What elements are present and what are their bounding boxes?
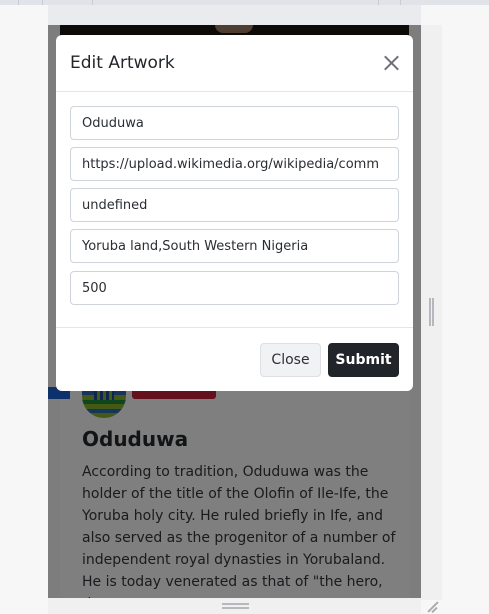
description-input[interactable] [70,188,399,222]
close-button[interactable]: Close [260,343,321,377]
submit-button[interactable]: Submit [328,343,399,377]
price-input[interactable] [70,271,399,305]
modal-header: Edit Artwork [56,35,413,92]
left-margin [0,5,48,614]
top-bar-divider [378,0,379,5]
origin-input[interactable] [70,229,399,263]
edit-artwork-modal: Edit Artwork Close Submit [56,35,413,391]
image-url-input[interactable] [70,147,399,181]
close-icon[interactable] [382,54,400,72]
top-bar-divider [400,0,401,5]
vertical-resize-handle[interactable] [428,298,435,326]
horizontal-resize-grip[interactable] [222,603,249,609]
window-top-bar [0,0,489,5]
modal-title: Edit Artwork [70,53,175,73]
name-input[interactable] [70,106,399,140]
top-bar-divider [92,0,93,5]
corner-resize-grip-icon[interactable] [426,601,438,613]
modal-footer: Close Submit [56,327,413,391]
